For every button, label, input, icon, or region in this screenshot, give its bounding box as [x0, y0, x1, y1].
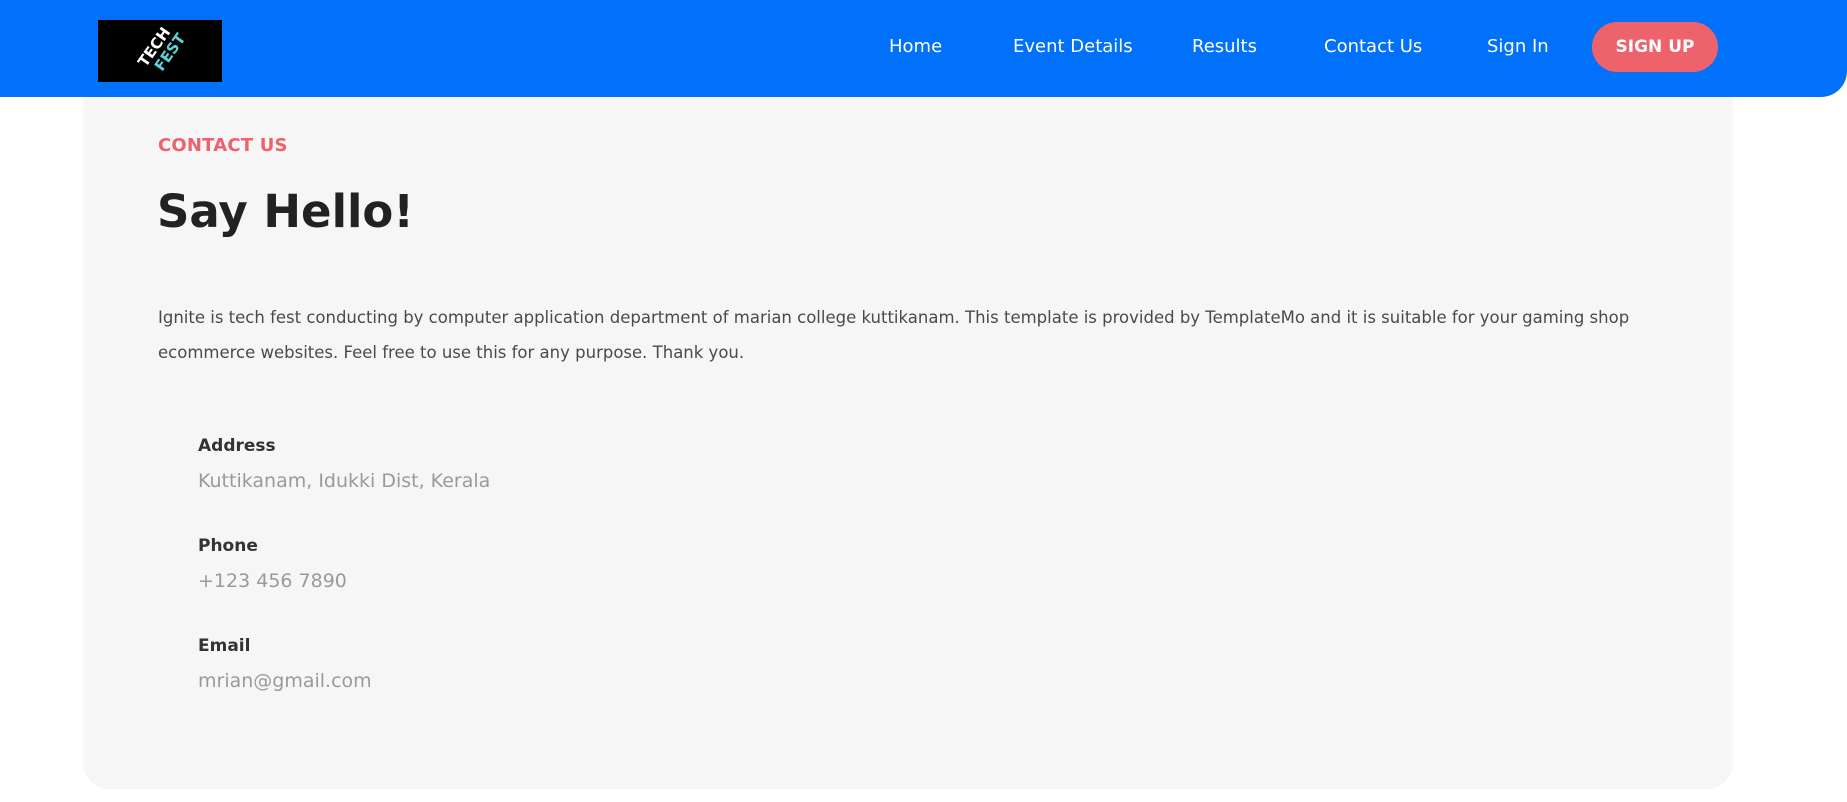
address-block: Address Kuttikanam, Idukki Dist, Kerala [198, 436, 490, 492]
nav-home[interactable]: Home [889, 36, 942, 57]
site-header: TECH FEST Home Event Details Results Con… [0, 0, 1847, 97]
nav-contact-us[interactable]: Contact Us [1324, 36, 1422, 57]
nav-sign-in[interactable]: Sign In [1487, 36, 1549, 57]
address-value: Kuttikanam, Idukki Dist, Kerala [198, 470, 491, 492]
site-logo[interactable]: TECH FEST [98, 20, 222, 82]
nav-event-details[interactable]: Event Details [1013, 36, 1133, 57]
email-value[interactable]: mrian@gmail.com [198, 670, 372, 692]
phone-block: Phone +123 456 7890 [198, 536, 347, 592]
techfest-logo-icon: TECH FEST [98, 20, 222, 82]
sign-up-button[interactable]: SIGN UP [1592, 22, 1718, 72]
phone-value[interactable]: +123 456 7890 [198, 570, 347, 592]
section-label: CONTACT US [158, 135, 288, 156]
nav-results[interactable]: Results [1192, 36, 1257, 57]
phone-label: Phone [198, 536, 258, 556]
email-label: Email [198, 636, 251, 656]
contact-description: Ignite is tech fest conducting by comput… [158, 308, 1630, 362]
page-title: Say Hello! [157, 185, 414, 238]
email-block: Email mrian@gmail.com [198, 636, 372, 692]
address-label: Address [198, 436, 276, 456]
